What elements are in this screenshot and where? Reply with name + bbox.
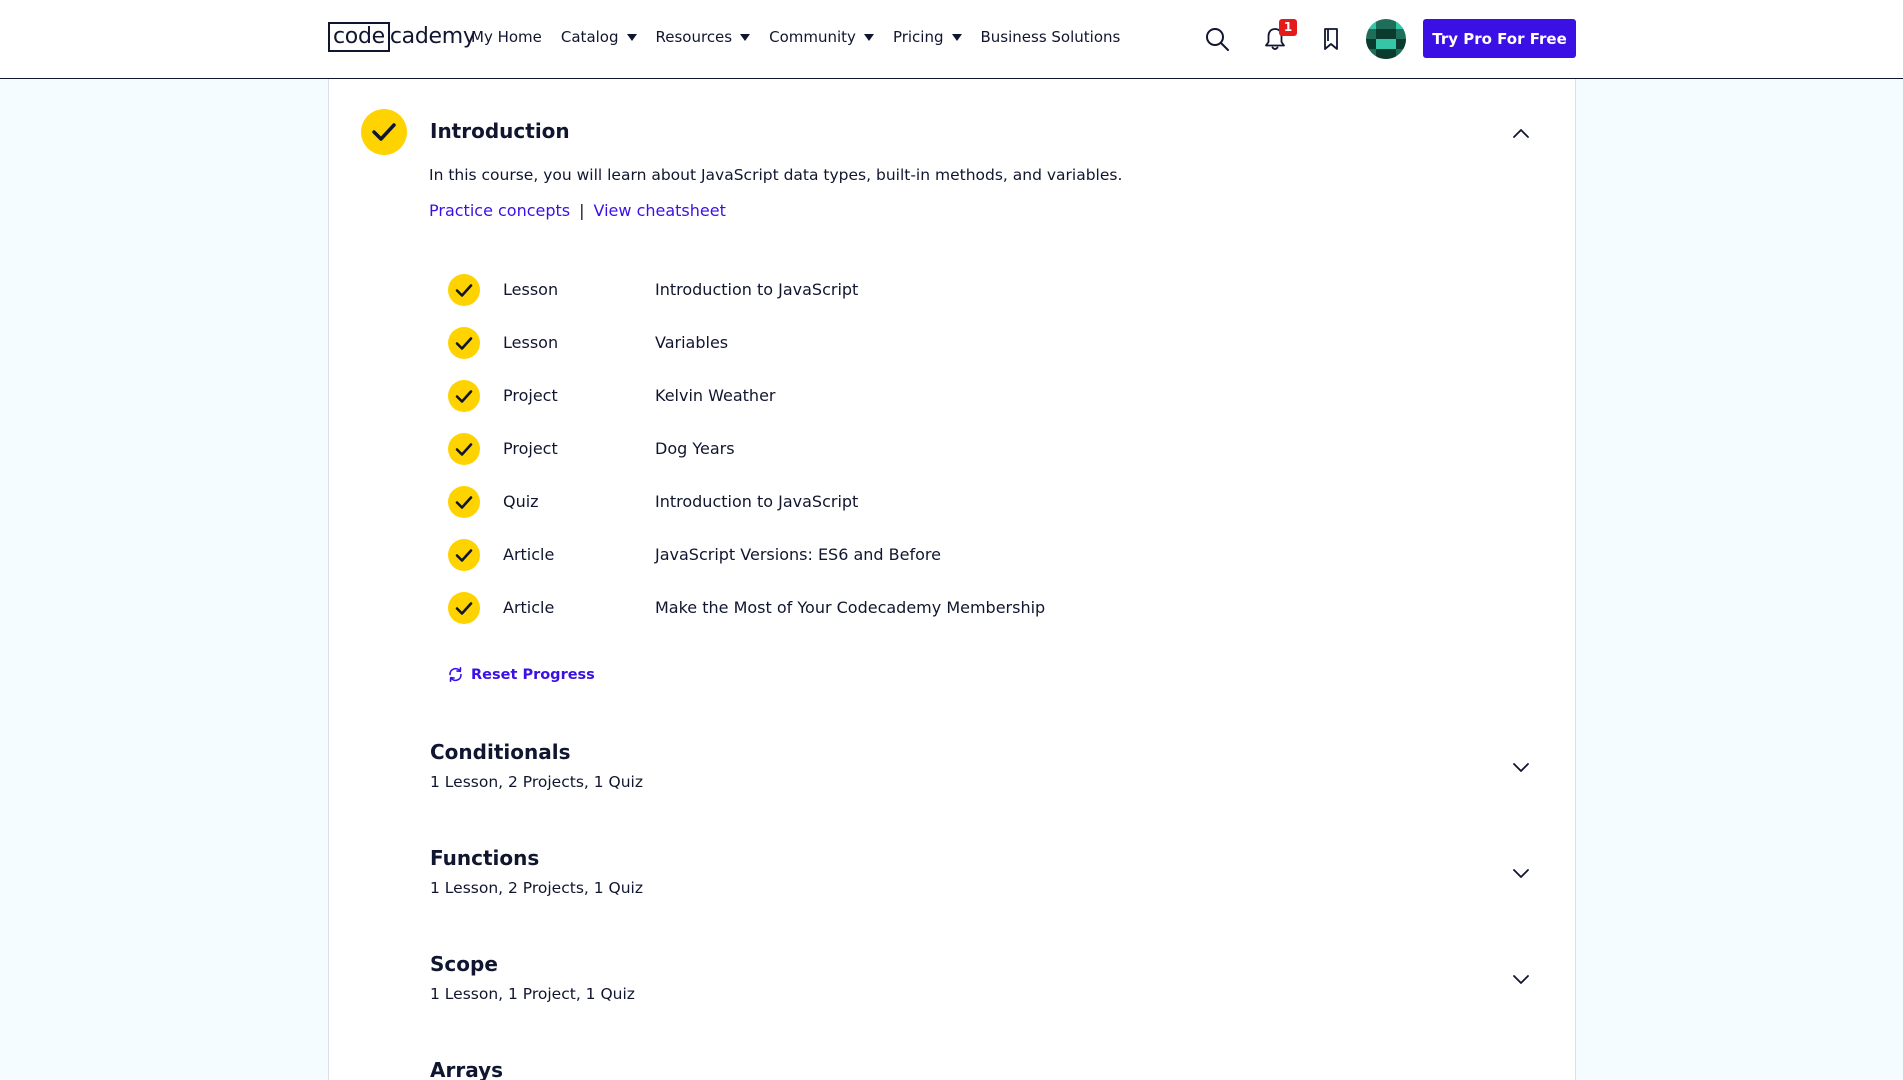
module-conditionals[interactable]: Conditionals 1 Lesson, 2 Projects, 1 Qui… xyxy=(430,740,1540,810)
nav-business-solutions-label: Business Solutions xyxy=(980,28,1121,46)
reset-progress-label: Reset Progress xyxy=(471,666,595,683)
check-icon xyxy=(455,389,473,403)
codecademy-logo[interactable]: code cademy xyxy=(328,22,476,52)
module-summary: 1 Lesson, 1 Project, 1 Quiz xyxy=(430,985,635,1003)
module-title: Functions xyxy=(430,846,540,870)
item-title[interactable]: Variables xyxy=(655,333,728,352)
logo-code-part: code xyxy=(328,22,390,52)
check-icon xyxy=(372,123,396,141)
module-summary: 1 Lesson, 2 Projects, 1 Quiz xyxy=(430,879,644,897)
avatar-pattern-icon xyxy=(1366,19,1406,59)
syllabus-panel: Introduction In this course, you will le… xyxy=(328,79,1576,1080)
module-links: Practice concepts | View cheatsheet xyxy=(429,201,726,220)
caret-down-icon xyxy=(626,33,637,41)
expand-module-button[interactable] xyxy=(1509,967,1533,991)
check-icon xyxy=(455,336,473,350)
module-title: Conditionals xyxy=(430,740,571,764)
list-item[interactable]: Project Dog Years xyxy=(448,422,1248,475)
bookmarks-button[interactable] xyxy=(1320,27,1342,51)
caret-down-icon xyxy=(951,33,962,41)
chevron-up-icon xyxy=(1513,129,1529,138)
item-type: Lesson xyxy=(503,333,559,352)
module-title: Arrays xyxy=(430,1058,504,1080)
collapse-module-button[interactable] xyxy=(1509,121,1533,145)
reset-progress-button[interactable]: Reset Progress xyxy=(447,666,595,683)
nav-resources[interactable]: Resources xyxy=(656,28,751,46)
complete-badge xyxy=(448,326,480,359)
link-separator: | xyxy=(579,201,585,220)
nav-catalog[interactable]: Catalog xyxy=(561,28,637,46)
item-title[interactable]: Introduction to JavaScript xyxy=(655,492,858,511)
nav-resources-label: Resources xyxy=(655,28,733,46)
complete-badge xyxy=(448,273,480,306)
check-icon xyxy=(455,548,473,562)
complete-badge xyxy=(448,379,480,412)
module-content-list: Lesson Introduction to JavaScript Lesson… xyxy=(448,263,1248,634)
complete-badge xyxy=(448,591,480,624)
module-summary: 1 Lesson, 2 Projects, 1 Quiz xyxy=(430,773,644,791)
module-title-introduction[interactable]: Introduction xyxy=(430,119,570,143)
complete-badge xyxy=(448,432,480,465)
list-item[interactable]: Article JavaScript Versions: ES6 and Bef… xyxy=(448,528,1248,581)
item-title[interactable]: Dog Years xyxy=(655,439,735,458)
expand-module-button[interactable] xyxy=(1509,755,1533,779)
item-title[interactable]: Introduction to JavaScript xyxy=(655,280,858,299)
top-navigation-bar: code cademy My Home Catalog Resources Com… xyxy=(0,0,1903,79)
chevron-down-icon xyxy=(1513,763,1529,772)
refresh-icon xyxy=(449,666,462,682)
check-icon xyxy=(455,283,473,297)
try-pro-button[interactable]: Try Pro For Free xyxy=(1423,19,1576,58)
chevron-down-icon xyxy=(1513,975,1529,984)
module-arrays[interactable]: Arrays xyxy=(430,1058,1540,1080)
nav-pricing[interactable]: Pricing xyxy=(893,28,962,46)
nav-catalog-label: Catalog xyxy=(560,28,619,46)
user-avatar[interactable] xyxy=(1366,19,1406,59)
caret-down-icon xyxy=(740,33,751,41)
module-functions[interactable]: Functions 1 Lesson, 2 Projects, 1 Quiz xyxy=(430,846,1540,916)
nav-pricing-label: Pricing xyxy=(892,28,944,46)
notification-count-badge: 1 xyxy=(1279,19,1297,36)
search-icon xyxy=(1206,28,1229,51)
item-type: Article xyxy=(503,598,555,617)
item-type: Project xyxy=(503,439,558,458)
item-title[interactable]: Make the Most of Your Codecademy Members… xyxy=(655,598,1045,617)
expand-module-button[interactable] xyxy=(1509,861,1533,885)
check-icon xyxy=(455,442,473,456)
module-scope[interactable]: Scope 1 Lesson, 1 Project, 1 Quiz xyxy=(430,952,1540,1022)
view-cheatsheet-link[interactable]: View cheatsheet xyxy=(594,201,726,220)
search-button[interactable] xyxy=(1204,26,1230,52)
complete-badge xyxy=(448,485,480,518)
list-item[interactable]: Project Kelvin Weather xyxy=(448,369,1248,422)
check-icon xyxy=(455,495,473,509)
nav-business-solutions[interactable]: Business Solutions xyxy=(981,28,1121,46)
item-type: Article xyxy=(503,545,555,564)
chevron-down-icon xyxy=(1513,869,1529,878)
nav-my-home-label: My Home xyxy=(471,28,542,46)
check-icon xyxy=(455,601,473,615)
list-item[interactable]: Lesson Introduction to JavaScript xyxy=(448,263,1248,316)
list-item[interactable]: Article Make the Most of Your Codecademy… xyxy=(448,581,1248,634)
logo-cademy-part: cademy xyxy=(389,24,476,49)
main-nav: My Home Catalog Resources Community Pric… xyxy=(471,28,1139,46)
item-title[interactable]: JavaScript Versions: ES6 and Before xyxy=(655,545,941,564)
list-item[interactable]: Quiz Introduction to JavaScript xyxy=(448,475,1248,528)
nav-my-home[interactable]: My Home xyxy=(471,28,542,46)
item-type: Lesson xyxy=(503,280,559,299)
module-description: In this course, you will learn about Jav… xyxy=(429,166,1123,184)
module-complete-badge xyxy=(361,109,407,155)
module-title: Scope xyxy=(430,952,498,976)
item-type: Project xyxy=(503,386,558,405)
caret-down-icon xyxy=(863,33,874,41)
item-title[interactable]: Kelvin Weather xyxy=(655,386,776,405)
complete-badge xyxy=(448,538,480,571)
nav-community-label: Community xyxy=(769,28,856,46)
item-type: Quiz xyxy=(503,492,539,511)
list-item[interactable]: Lesson Variables xyxy=(448,316,1248,369)
practice-concepts-link[interactable]: Practice concepts xyxy=(429,201,570,220)
bookmark-icon xyxy=(1324,28,1338,50)
nav-community[interactable]: Community xyxy=(769,28,874,46)
